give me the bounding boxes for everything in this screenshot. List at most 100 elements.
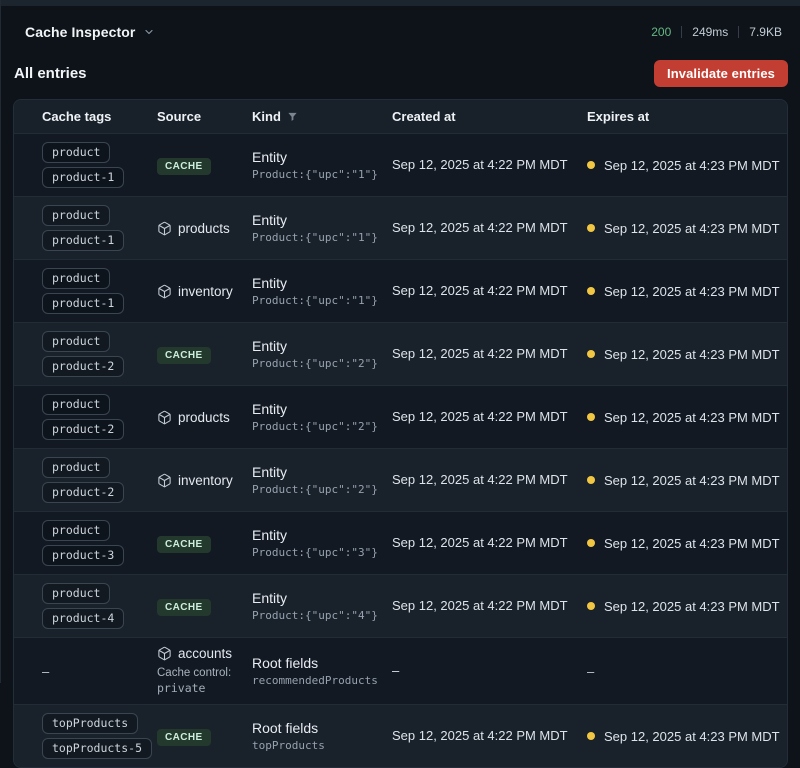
cache-tag-chip: product <box>42 457 110 478</box>
cube-icon <box>157 473 172 488</box>
cube-icon <box>157 221 172 236</box>
cache-badge: CACHE <box>157 158 211 175</box>
expires-at-wrap: Sep 12, 2025 at 4:23 PM MDT <box>587 473 780 488</box>
kind-detail: Product:{"upc":"1"} <box>252 294 384 307</box>
subgraph-name: products <box>178 221 230 236</box>
created-at-value: Sep 12, 2025 at 4:22 PM MDT <box>392 346 568 361</box>
subgraph-name: products <box>178 410 230 425</box>
created-at-value: Sep 12, 2025 at 4:22 PM MDT <box>392 472 568 487</box>
column-header-kind[interactable]: Kind <box>252 109 392 124</box>
table-row[interactable]: productproduct-3 CACHE Entity Product:{"… <box>14 511 787 574</box>
expiry-status-dot <box>587 161 595 169</box>
cell-source: CACHE <box>157 526 252 561</box>
cell-source: inventory <box>157 465 252 496</box>
kind-title: Entity <box>252 275 384 291</box>
expires-at-value: Sep 12, 2025 at 4:23 PM MDT <box>604 729 780 744</box>
cache-inspector-dropdown[interactable]: Cache Inspector <box>25 24 155 40</box>
column-header-source: Source <box>157 109 252 124</box>
cell-kind: Root fields recommendedProducts <box>252 647 392 695</box>
table-row[interactable]: topProductstopProducts-5 CACHE Root fiel… <box>14 704 787 767</box>
filter-icon[interactable] <box>287 111 298 122</box>
expires-at-value: Sep 12, 2025 at 4:23 PM MDT <box>604 347 780 362</box>
table-row[interactable]: productproduct-1 products Entity Product… <box>14 196 787 259</box>
table-row[interactable]: productproduct-1 inventory Entity Produc… <box>14 259 787 322</box>
cell-source: CACHE <box>157 589 252 624</box>
expiry-status-dot <box>587 287 595 295</box>
expires-at-wrap: Sep 12, 2025 at 4:23 PM MDT <box>587 599 780 614</box>
cell-created-at: Sep 12, 2025 at 4:22 PM MDT <box>392 400 587 434</box>
table-row[interactable]: productproduct-4 CACHE Entity Product:{"… <box>14 574 787 637</box>
kind-title: Root fields <box>252 720 384 736</box>
cell-expires-at: Sep 12, 2025 at 4:23 PM MDT <box>587 339 788 370</box>
cell-created-at: Sep 12, 2025 at 4:22 PM MDT <box>392 719 587 753</box>
cell-kind: Entity Product:{"upc":"2"} <box>252 456 392 504</box>
table-row[interactable]: productproduct-1 CACHE Entity Product:{"… <box>14 133 787 196</box>
table-row[interactable]: productproduct-2 inventory Entity Produc… <box>14 448 787 511</box>
cell-cache-tags: productproduct-1 <box>42 134 157 196</box>
status-code: 200 <box>651 25 671 39</box>
expires-at-value: Sep 12, 2025 at 4:23 PM MDT <box>604 536 780 551</box>
expires-at-wrap: Sep 12, 2025 at 4:23 PM MDT <box>587 347 780 362</box>
expires-at-value: Sep 12, 2025 at 4:23 PM MDT <box>604 221 780 236</box>
cell-source: products <box>157 213 252 244</box>
kind-title: Root fields <box>252 655 384 671</box>
table-row[interactable]: – accountsCache control:private Root fie… <box>14 637 787 704</box>
created-at-value: Sep 12, 2025 at 4:22 PM MDT <box>392 220 568 235</box>
column-header-expires-at: Expires at <box>587 109 777 124</box>
cache-badge: CACHE <box>157 347 211 364</box>
table-row[interactable]: product product-2 CACHE Entity Product:{"… <box>14 322 787 385</box>
expires-at-value: Sep 12, 2025 at 4:23 PM MDT <box>604 473 780 488</box>
kind-detail: Product:{"upc":"2"} <box>252 420 384 433</box>
cell-expires-at: Sep 12, 2025 at 4:23 PM MDT <box>587 591 788 622</box>
invalidate-entries-button[interactable]: Invalidate entries <box>654 60 788 87</box>
cell-kind: Entity Product:{"upc":"1"} <box>252 204 392 252</box>
cell-source: CACHE <box>157 719 252 754</box>
section-header: All entries Invalidate entries <box>1 50 800 99</box>
cell-expires-at: – <box>587 656 777 687</box>
cache-tag-chip: product-2 <box>42 419 124 440</box>
request-stats: 200 249ms 7.9KB <box>651 25 782 39</box>
topbar: Cache Inspector 200 249ms 7.9KB <box>1 6 800 50</box>
cache-tag-chip: product-2 <box>42 356 124 377</box>
expiry-status-dot <box>587 413 595 421</box>
expires-at-value: Sep 12, 2025 at 4:23 PM MDT <box>604 284 780 299</box>
subgraph-source: products <box>157 410 244 425</box>
cell-kind: Entity Product:{"upc":"2"} <box>252 330 392 378</box>
kind-detail: recommendedProducts <box>252 674 384 687</box>
cache-tag-chip: product <box>42 394 110 415</box>
stats-divider <box>738 26 739 38</box>
subgraph-source: products <box>157 221 244 236</box>
kind-title: Entity <box>252 464 384 480</box>
cell-kind: Entity Product:{"upc":"3"} <box>252 519 392 567</box>
cell-kind: Entity Product:{"upc":"1"} <box>252 267 392 315</box>
created-at-value: Sep 12, 2025 at 4:22 PM MDT <box>392 535 568 550</box>
cache-tag-chip: product <box>42 331 110 352</box>
cell-expires-at: Sep 12, 2025 at 4:23 PM MDT <box>587 465 788 496</box>
cell-cache-tags: product product-2 <box>42 386 157 448</box>
cell-cache-tags: productproduct-2 <box>42 449 157 511</box>
cache-tag-chip: product <box>42 268 110 289</box>
kind-title: Entity <box>252 338 384 354</box>
kind-title: Entity <box>252 212 384 228</box>
cache-tag-chip: product-3 <box>42 545 124 566</box>
cell-created-at: Sep 12, 2025 at 4:22 PM MDT <box>392 148 587 182</box>
cache-control-value: private <box>157 681 244 696</box>
table-row[interactable]: productproduct-2 products Entity Product… <box>14 385 787 448</box>
created-at-value: Sep 12, 2025 at 4:22 PM MDT <box>392 409 568 424</box>
cell-kind: Root fields topProducts <box>252 712 392 760</box>
cell-source: products <box>157 402 252 433</box>
cell-expires-at: Sep 12, 2025 at 4:23 PM MDT <box>587 721 788 752</box>
created-at-value: Sep 12, 2025 at 4:22 PM MDT <box>392 598 568 613</box>
cell-cache-tags: topProductstopProducts-5 <box>42 705 157 767</box>
subgraph-name: inventory <box>178 473 233 488</box>
cell-created-at: Sep 12, 2025 at 4:22 PM MDT <box>392 337 587 371</box>
cache-tag-chip: product <box>42 583 110 604</box>
kind-detail: topProducts <box>252 739 384 752</box>
created-at-value: Sep 12, 2025 at 4:22 PM MDT <box>392 283 568 298</box>
expires-at-wrap: Sep 12, 2025 at 4:23 PM MDT <box>587 284 780 299</box>
created-at-value: Sep 12, 2025 at 4:22 PM MDT <box>392 728 568 743</box>
response-size: 7.9KB <box>749 25 782 39</box>
kind-title: Entity <box>252 527 384 543</box>
expiry-status-dot <box>587 602 595 610</box>
cube-icon <box>157 284 172 299</box>
